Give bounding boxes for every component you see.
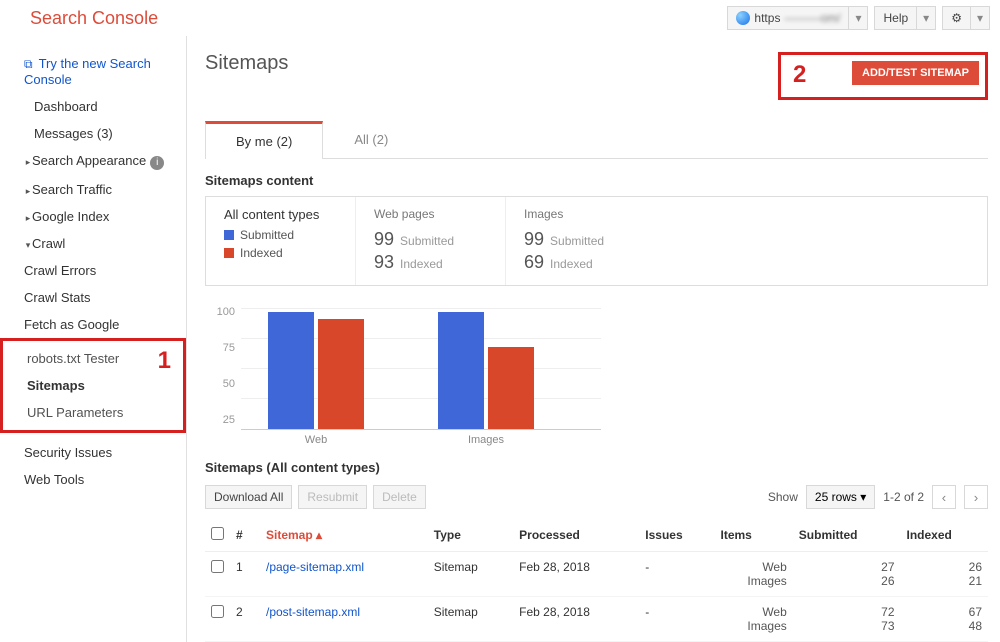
- sitemap-link[interactable]: /post-sitemap.xml: [266, 605, 360, 619]
- sitemaps-content-title: Sitemaps content: [205, 173, 988, 188]
- resubmit-button[interactable]: Resubmit: [298, 485, 367, 509]
- row-indexed: 6748: [901, 597, 989, 642]
- row-type: Sitemap: [428, 597, 513, 642]
- bar-group: [261, 309, 371, 429]
- chart-plot: [241, 300, 601, 430]
- sidebar-item-fetch-as-google[interactable]: Fetch as Google: [0, 311, 186, 338]
- brand[interactable]: Search Console: [10, 8, 158, 29]
- col-submitted[interactable]: Submitted: [793, 519, 901, 552]
- row-issues: -: [639, 552, 714, 597]
- annotation-number-2: 2: [793, 61, 806, 89]
- prev-page-button[interactable]: ‹: [932, 485, 956, 509]
- bar-group: [431, 309, 541, 429]
- row-checkbox[interactable]: [211, 560, 224, 573]
- col-hash[interactable]: #: [230, 519, 260, 552]
- table-row: 2/post-sitemap.xml SitemapFeb 28, 2018-We…: [205, 597, 988, 642]
- page-title: Sitemaps: [205, 52, 288, 75]
- sidebar-item-sitemaps[interactable]: Sitemaps: [3, 372, 183, 399]
- square-red-icon: [224, 248, 234, 258]
- col-type[interactable]: Type: [428, 519, 513, 552]
- bar-submitted: [268, 312, 314, 429]
- legend-submitted: Submitted: [224, 228, 337, 242]
- row-items: WebImages: [715, 552, 793, 597]
- tab-by-me[interactable]: By me (2): [205, 121, 323, 159]
- chart-x-labels: Web Images: [241, 434, 988, 446]
- info-icon: i: [150, 156, 164, 170]
- gear-icon: ⚙: [951, 11, 962, 25]
- row-items: WebImages: [715, 597, 793, 642]
- content-summary: All content types Submitted Indexed Web …: [205, 196, 988, 286]
- sidebar-item-messages[interactable]: Messages (3): [0, 120, 186, 147]
- sidebar-item-search-traffic[interactable]: ▸Search Traffic: [0, 176, 186, 203]
- row-processed: Feb 28, 2018: [513, 552, 639, 597]
- sidebar-item-url-parameters[interactable]: URL Parameters: [3, 399, 183, 426]
- sidebar-item-search-appearance[interactable]: ▸Search Appearancei: [0, 147, 186, 176]
- square-blue-icon: [224, 230, 234, 240]
- sidebar-item-crawl-stats[interactable]: Crawl Stats: [0, 284, 186, 311]
- external-link-icon: ⧉: [24, 57, 33, 71]
- help-button[interactable]: Help: [874, 6, 917, 30]
- row-issues: -: [639, 597, 714, 642]
- site-selector[interactable]: https ———om/ ▾: [727, 6, 868, 30]
- sort-asc-icon: ▴: [316, 528, 322, 542]
- tab-all[interactable]: All (2): [323, 121, 419, 159]
- row-indexed: 2621: [901, 552, 989, 597]
- sidebar-item-robots-txt[interactable]: robots.txt Tester: [3, 345, 183, 372]
- sitemaps-table: # Sitemap ▴ Type Processed Issues Items …: [205, 519, 988, 642]
- download-all-button[interactable]: Download All: [205, 485, 292, 509]
- show-label: Show: [768, 490, 798, 504]
- sidebar-item-dashboard[interactable]: Dashboard: [0, 93, 186, 120]
- sitemaps-table-title: Sitemaps (All content types): [205, 460, 988, 475]
- try-new-console-link[interactable]: ⧉Try the new Search Console: [0, 50, 186, 93]
- legend-box: All content types Submitted Indexed: [206, 197, 356, 285]
- settings-button[interactable]: ⚙: [942, 6, 971, 30]
- sidebar-item-crawl-errors[interactable]: Crawl Errors: [0, 257, 186, 284]
- images-box: Images 99Submitted 69Indexed: [506, 197, 656, 285]
- annotation-box-1: 1 robots.txt Tester Sitemaps URL Paramet…: [0, 338, 186, 433]
- row-submitted: 7273: [793, 597, 901, 642]
- row-index: 2: [230, 597, 260, 642]
- annotation-box-2: 2 ADD/TEST SITEMAP: [778, 52, 988, 100]
- bar-indexed: [488, 347, 534, 429]
- help-caret[interactable]: ▾: [917, 6, 936, 30]
- row-processed: Feb 28, 2018: [513, 597, 639, 642]
- legend-indexed: Indexed: [224, 246, 337, 260]
- add-test-sitemap-button[interactable]: ADD/TEST SITEMAP: [852, 61, 979, 85]
- select-all-checkbox[interactable]: [211, 527, 224, 540]
- settings-caret[interactable]: ▾: [971, 6, 990, 30]
- chevron-down-icon: ▾: [860, 490, 866, 504]
- sidebar-item-web-tools[interactable]: Web Tools: [0, 466, 186, 493]
- bar-indexed: [318, 319, 364, 429]
- site-selector-caret[interactable]: ▾: [849, 6, 868, 30]
- col-sitemap[interactable]: Sitemap ▴: [260, 519, 428, 552]
- site-scheme: https: [754, 11, 780, 25]
- col-items[interactable]: Items: [715, 519, 793, 552]
- row-submitted: 2726: [793, 552, 901, 597]
- next-page-button[interactable]: ›: [964, 485, 988, 509]
- table-row: 1/page-sitemap.xml SitemapFeb 28, 2018-We…: [205, 552, 988, 597]
- row-checkbox[interactable]: [211, 605, 224, 618]
- globe-icon: [736, 11, 750, 25]
- sidebar-item-security-issues[interactable]: Security Issues: [0, 439, 186, 466]
- bar-chart: 100 75 50 25: [205, 300, 988, 430]
- col-indexed[interactable]: Indexed: [901, 519, 989, 552]
- main-content: Sitemaps 2 ADD/TEST SITEMAP By me (2) Al…: [186, 36, 1000, 642]
- bar-submitted: [438, 312, 484, 429]
- sidebar: ⧉Try the new Search Console Dashboard Me…: [0, 36, 186, 642]
- row-index: 1: [230, 552, 260, 597]
- sitemap-link[interactable]: /page-sitemap.xml: [266, 560, 364, 574]
- delete-button[interactable]: Delete: [373, 485, 426, 509]
- sidebar-item-crawl[interactable]: ▾Crawl: [0, 230, 186, 257]
- tabs: By me (2) All (2): [205, 120, 988, 159]
- chart-y-axis: 100 75 50 25: [205, 306, 241, 426]
- site-domain-blur: ———om/: [784, 11, 840, 25]
- webpages-box: Web pages 99Submitted 93Indexed: [356, 197, 506, 285]
- row-type: Sitemap: [428, 552, 513, 597]
- rows-select[interactable]: 25 rows ▾: [806, 485, 875, 509]
- sidebar-item-google-index[interactable]: ▸Google Index: [0, 203, 186, 230]
- col-issues[interactable]: Issues: [639, 519, 714, 552]
- col-processed[interactable]: Processed: [513, 519, 639, 552]
- pagination-range: 1-2 of 2: [883, 490, 924, 504]
